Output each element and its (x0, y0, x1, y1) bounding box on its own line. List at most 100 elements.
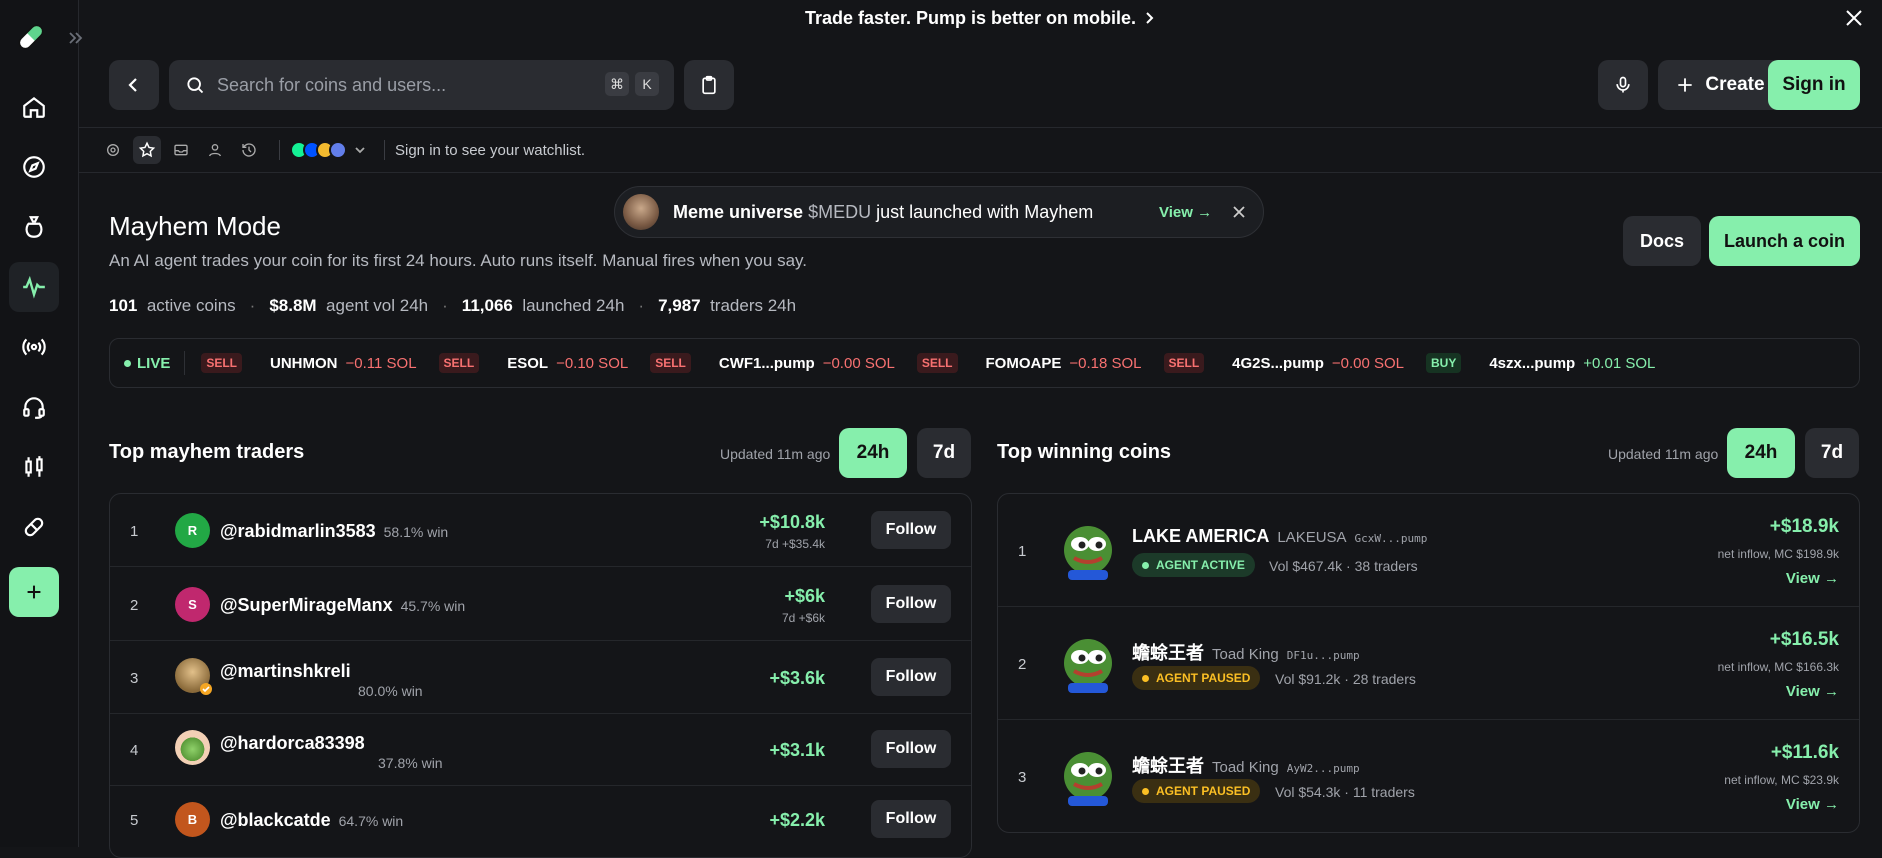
list-item[interactable]: 1 LAKE AMERICA LAKEUSA GcxW...pump AGENT A… (998, 494, 1859, 607)
coin-volume: Vol $91.2k · 28 traders (1275, 671, 1416, 687)
list-item[interactable]: 3 蟾蜍王者 Toad King AyW2...pump AGENT PAUSED … (998, 720, 1859, 832)
toast-message: Meme universe $MEDU just launched with M… (673, 201, 1094, 222)
coin-mc: net inflow, MC $23.9k (1724, 773, 1839, 787)
ticker-item[interactable]: BUY 4szx...pump +0.01 SOL (1426, 353, 1655, 373)
add-icon[interactable] (9, 567, 59, 617)
win-rate: 80.0% win (358, 683, 423, 699)
chevron-right-icon (1146, 12, 1154, 24)
chain-selector[interactable] (290, 141, 366, 159)
avatar: R (175, 513, 210, 548)
traders-list: 1 R @rabidmarlin3583 58.1% win +$10.8k 7d… (109, 493, 972, 858)
search-bar[interactable]: ⌘ K (169, 60, 674, 110)
page-title: Mayhem Mode (109, 211, 281, 241)
table-row[interactable]: 1 R @rabidmarlin3583 58.1% win +$10.8k 7d… (110, 494, 971, 567)
follow-button[interactable]: Follow (871, 800, 951, 838)
stat-active-coins: 101 active coins (109, 296, 236, 315)
activity-icon[interactable] (9, 262, 59, 312)
coin-view-link[interactable]: View → (1786, 683, 1839, 700)
stat-agent-vol: $8.8M agent vol 24h (269, 296, 429, 315)
table-row[interactable]: 5 B @blackcatde 64.7% win +$2.2k Follow (110, 785, 971, 857)
coin-inflow: +$11.6k (1770, 742, 1839, 763)
coin-inflow: +$16.5k (1769, 629, 1839, 650)
launch-toast[interactable]: Meme universe $MEDU just launched with M… (614, 186, 1264, 238)
stat-traders: 7,987 traders 24h (658, 296, 797, 315)
coin-view-link[interactable]: View → (1786, 570, 1839, 587)
docs-button[interactable]: Docs (1623, 216, 1701, 266)
win-rate: 37.8% win (378, 755, 443, 771)
coin-mc: net inflow, MC $198.9k (1717, 547, 1839, 561)
ticker-item[interactable]: SELL FOMOAPE −0.18 SOL (916, 353, 1142, 373)
traders-range-24h[interactable]: 24h (839, 428, 907, 478)
launch-coin-button[interactable]: Launch a coin (1709, 216, 1860, 266)
chevron-down-icon (355, 147, 365, 154)
coin-address: DF1u...pump (1286, 649, 1360, 662)
trader-name: @martinshkreli (220, 661, 351, 681)
candlestick-icon[interactable] (9, 442, 59, 492)
money-bag-icon[interactable] (9, 202, 59, 252)
user-icon[interactable] (201, 136, 229, 164)
stats-row: 101 active coins · $8.8M agent vol 24h ·… (109, 296, 797, 315)
list-item[interactable]: 2 蟾蜍王者 Toad King DF1u...pump AGENT PAUSED … (998, 607, 1859, 720)
follow-button[interactable]: Follow (871, 658, 951, 696)
sign-in-button[interactable]: Sign in (1768, 60, 1860, 110)
clipboard-button[interactable] (684, 60, 734, 110)
microphone-button[interactable] (1598, 60, 1648, 110)
trader-name: @hardorca83398 (220, 733, 365, 753)
inbox-icon[interactable] (167, 136, 195, 164)
mobile-banner[interactable]: Trade faster. Pump is better on mobile. (79, 0, 1882, 36)
compass-icon[interactable] (9, 142, 59, 192)
star-icon[interactable] (133, 136, 161, 164)
live-trade-ticker: LIVE SELL UNHMON −0.11 SOL SELL ESOL −0.10 S… (109, 338, 1860, 388)
verified-badge-icon (200, 683, 212, 695)
toast-view-link[interactable]: View → (1159, 204, 1212, 221)
status-badge: AGENT PAUSED (1132, 779, 1261, 803)
ticker-item[interactable]: SELL 4G2S...pump −0.00 SOL (1163, 353, 1404, 373)
follow-button[interactable]: Follow (871, 585, 951, 623)
table-row[interactable]: 4 @hardorca83398 37.8% win +$3.1k Follow (110, 713, 971, 786)
coins-range-7d[interactable]: 7d (1805, 428, 1859, 478)
stat-launched: 11,066 launched 24h (461, 296, 625, 315)
coin-volume: Vol $467.4k · 38 traders (1269, 558, 1418, 574)
follow-button[interactable]: Follow (871, 730, 951, 768)
close-banner-icon[interactable] (1842, 6, 1866, 30)
trader-pnl-7d: 7d +$35.4k (765, 537, 825, 551)
trader-name: @rabidmarlin3583 (220, 521, 376, 541)
kbd-cmd: ⌘ (605, 72, 629, 96)
home-icon[interactable] (9, 82, 59, 132)
pepe-coin-icon (1064, 639, 1112, 693)
coins-range-24h[interactable]: 24h (1727, 428, 1795, 478)
win-rate: 45.7% win (400, 598, 466, 614)
trader-pnl: +$3.1k (769, 740, 825, 760)
traders-updated: Updated 11m ago (720, 446, 831, 462)
history-icon[interactable] (235, 136, 263, 164)
status-badge: AGENT PAUSED (1132, 666, 1261, 690)
traders-range-7d[interactable]: 7d (917, 428, 971, 478)
ticker-item[interactable]: SELL ESOL −0.10 SOL (438, 353, 628, 373)
close-icon[interactable] (1232, 205, 1246, 219)
create-button[interactable]: Create (1658, 60, 1782, 110)
ethereum-chain-icon (329, 141, 347, 159)
ticker-item[interactable]: SELL CWF1...pump −0.00 SOL (650, 353, 895, 373)
table-row[interactable]: 3 @martinshkreli 80.0% win +$3.6k Follow (110, 641, 971, 714)
divider (384, 140, 385, 160)
coin-ticker: Toad King (1212, 646, 1279, 663)
broadcast-icon[interactable] (9, 322, 59, 372)
coin-view-link[interactable]: View → (1786, 796, 1839, 813)
settings-icon[interactable] (99, 136, 127, 164)
table-row[interactable]: 2 S @SuperMirageManx 45.7% win +$6k 7d +$… (110, 568, 971, 641)
win-rate: 58.1% win (383, 524, 449, 540)
trader-pnl-7d: 7d +$6k (781, 611, 825, 625)
pill-icon[interactable] (9, 502, 59, 552)
top-header: ⌘ K Create Sign in (79, 36, 1882, 128)
page-description: An AI agent trades your coin for its fir… (109, 251, 807, 270)
ticker-item[interactable]: SELL UNHMON −0.11 SOL (201, 353, 417, 373)
pill-logo-icon[interactable] (14, 20, 48, 54)
back-button[interactable] (109, 60, 159, 110)
banner-text: Trade faster. Pump is better on mobile. (804, 7, 1137, 28)
plus-icon (1678, 78, 1693, 92)
headset-icon[interactable] (9, 382, 59, 432)
coin-name: 蟾蜍王者 (1132, 643, 1204, 663)
follow-button[interactable]: Follow (871, 511, 951, 549)
search-input[interactable] (217, 74, 577, 96)
coins-list: 1 LAKE AMERICA LAKEUSA GcxW...pump AGENT A… (997, 493, 1860, 833)
